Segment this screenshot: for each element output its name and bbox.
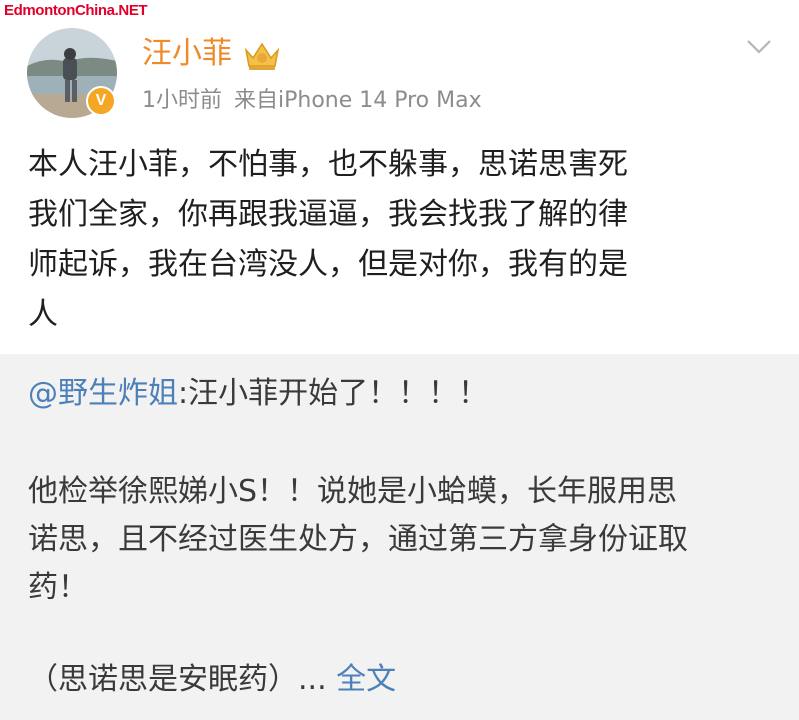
watermark: EdmontonChina.NET — [4, 2, 148, 19]
repost-last-line: （思诺思是安眠药）... 全文 — [28, 660, 396, 700]
repost-text-line: 诺思，且不经过医生处方，通过第三方拿身份证取 — [28, 522, 688, 557]
post-text-line: 人 — [28, 297, 58, 332]
post-source: 来自iPhone 14 Pro Max — [234, 88, 482, 113]
post-body: 本人汪小菲，不怕事，也不躲事，思诺思害死 我们全家，你再跟我逼逼，我会找我了解的… — [28, 140, 773, 340]
username[interactable]: 汪小菲 — [142, 34, 232, 74]
post-text-line: 我们全家，你再跟我逼逼，我会找我了解的律 — [28, 197, 628, 232]
verified-badge: V — [86, 86, 116, 116]
repost-text-line: 他检举徐熙娣小S！！说她是小蛤蟆，长年服用思 — [28, 474, 678, 509]
repost-card[interactable]: @野生炸姐:汪小菲开始了！！！！ 他检举徐熙娣小S！！说她是小蛤蟆，长年服用思 … — [0, 354, 799, 720]
post-text-line: 本人汪小菲，不怕事，也不躲事，思诺思害死 — [28, 147, 628, 182]
crown-icon[interactable] — [242, 38, 282, 72]
mention-link[interactable]: @野生炸姐 — [28, 376, 178, 411]
repost-first-text: :汪小菲开始了！！！！ — [178, 376, 489, 411]
repost-text-line: 药！ — [28, 570, 88, 605]
repost-last-text: （思诺思是安眠药）... — [28, 662, 327, 697]
full-text-link[interactable]: 全文 — [336, 662, 396, 697]
repost-first-line: @野生炸姐:汪小菲开始了！！！！ — [28, 374, 488, 414]
post-text-line: 师起诉，我在台湾没人，但是对你，我有的是 — [28, 247, 628, 282]
post-meta: 1小时前 来自iPhone 14 Pro Max — [142, 86, 482, 116]
post-time: 1小时前 — [142, 88, 222, 113]
chevron-down-icon[interactable] — [744, 37, 774, 57]
